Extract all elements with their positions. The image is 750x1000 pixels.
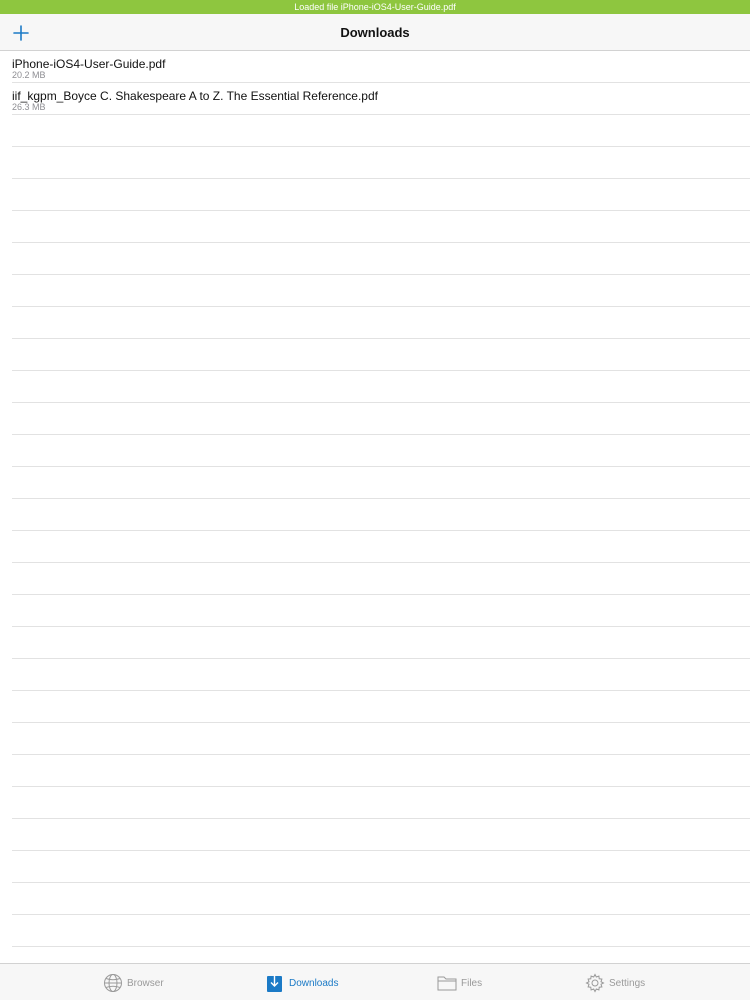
gear-icon bbox=[585, 973, 605, 993]
file-name: iPhone-iOS4-User-Guide.pdf bbox=[12, 57, 166, 71]
plus-icon bbox=[13, 25, 29, 41]
list-item[interactable]: iPhone-iOS4-User-Guide.pdf 20.2 MB bbox=[0, 51, 750, 83]
tab-label: Files bbox=[461, 977, 483, 989]
file-size: 26.3 MB bbox=[12, 102, 46, 112]
add-button[interactable] bbox=[8, 20, 34, 46]
download-icon bbox=[267, 974, 282, 992]
tab-label: Downloads bbox=[289, 977, 339, 989]
status-banner: Loaded file iPhone-iOS4-User-Guide.pdf bbox=[0, 0, 750, 14]
tab-downloads[interactable]: Downloads bbox=[265, 972, 338, 994]
tab-label: Browser bbox=[127, 977, 164, 989]
file-name: iif_kgpm_Boyce C. Shakespeare A to Z. Th… bbox=[12, 89, 378, 103]
nav-bar: Downloads bbox=[0, 14, 750, 51]
tab-files[interactable]: Files bbox=[437, 972, 482, 994]
tab-label: Settings bbox=[609, 977, 646, 989]
list-item[interactable]: iif_kgpm_Boyce C. Shakespeare A to Z. Th… bbox=[0, 83, 750, 115]
page-title: Downloads bbox=[340, 25, 410, 40]
tab-bar: Browser Downloads Files Settings bbox=[0, 963, 750, 1000]
tab-browser[interactable]: Browser bbox=[103, 972, 164, 994]
tab-settings[interactable]: Settings bbox=[585, 972, 645, 994]
downloads-list: iPhone-iOS4-User-Guide.pdf 20.2 MB iif_k… bbox=[0, 51, 750, 963]
app-screen: Loaded file iPhone-iOS4-User-Guide.pdf D… bbox=[0, 0, 750, 1000]
folder-icon bbox=[437, 976, 457, 991]
globe-icon bbox=[104, 974, 122, 992]
file-size: 20.2 MB bbox=[12, 70, 46, 80]
